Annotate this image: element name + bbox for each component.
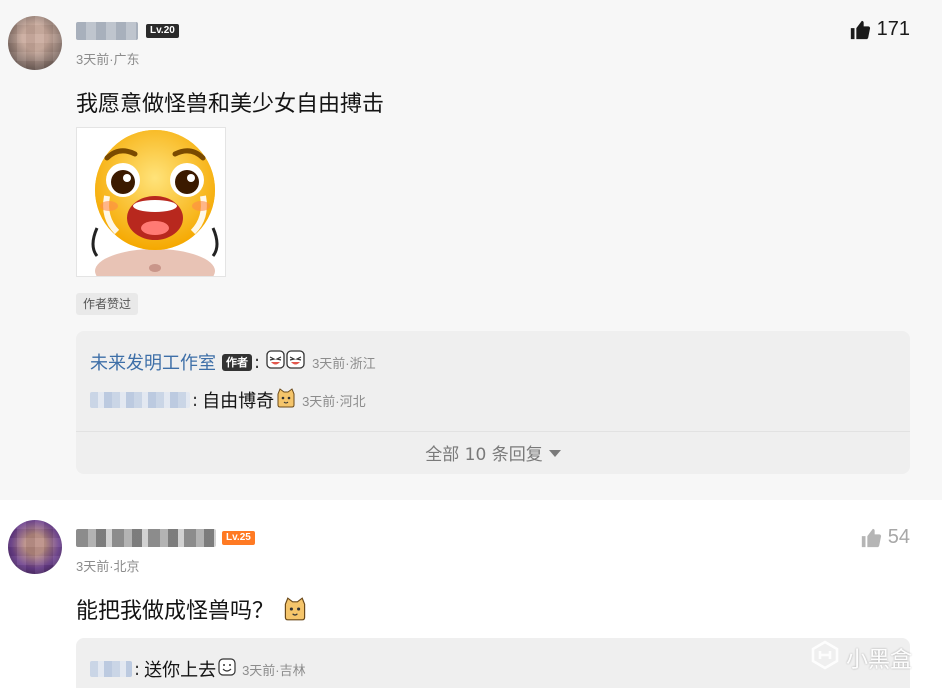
smile-emoji-icon <box>218 658 236 680</box>
reply-meta: 3天前·吉林 <box>242 662 306 678</box>
comment-text-body: 能把我做成怪兽吗？ <box>76 599 275 624</box>
comment-meta: 3天前·广东 <box>76 52 140 67</box>
username-blurred[interactable] <box>76 529 216 547</box>
cat-emoji-icon <box>276 388 296 412</box>
like-count: 54 <box>887 526 910 548</box>
comment-meta: 3天前·北京 <box>76 559 140 574</box>
username-blurred[interactable] <box>76 22 138 40</box>
reply-item: : 自由博奇 3天前·河北 <box>90 387 366 413</box>
comment-image[interactable] <box>76 127 226 277</box>
reply-text: 自由博奇 <box>202 391 275 412</box>
reply-meta: 3天前·浙江 <box>312 355 376 371</box>
like-button[interactable]: 171 <box>849 18 910 41</box>
author-badge: 作者 <box>222 353 252 371</box>
avatar[interactable] <box>8 16 62 70</box>
reply-author-name[interactable]: 未来发明工作室 <box>90 349 216 375</box>
comment-text: 我愿意做怪兽和美少女自由搏击 <box>76 92 385 117</box>
crying-emoji-sticker-icon <box>77 128 225 276</box>
reply-author-name-blurred[interactable] <box>90 661 132 677</box>
thumbs-up-icon <box>860 527 882 549</box>
watermark-text: 小黑盒 <box>845 648 912 673</box>
reply-box: 未来发明工作室 作者 : 3天前·浙江 : 自由博奇 3天前·河北 全部 10 … <box>76 331 910 474</box>
reply-item: : 送你上去 3天前·吉林 <box>90 656 306 682</box>
reply-item: 未来发明工作室 作者 : 3天前·浙江 <box>90 349 376 375</box>
reply-colon: : <box>192 389 199 411</box>
reply-meta: 3天前·河北 <box>302 393 366 409</box>
view-all-replies-label: 全部 10 条回复 <box>425 445 543 465</box>
like-count: 171 <box>876 18 910 40</box>
reply-colon: : <box>254 351 261 373</box>
user-level-badge: Lv.20 <box>146 24 179 38</box>
reply-colon: : <box>134 658 141 680</box>
comment-text: 能把我做成怪兽吗？ <box>76 593 307 627</box>
comment-card: Lv.20 3天前·广东 171 我愿意做怪兽和美少女自由搏击 作者赞过 未来发… <box>0 0 942 500</box>
watermark: 小黑盒 <box>810 640 912 676</box>
avatar[interactable] <box>8 520 62 574</box>
laughing-emoji-icon <box>266 350 306 374</box>
thumbs-up-icon <box>849 19 871 41</box>
user-level-badge: Lv.25 <box>222 531 255 545</box>
author-liked-tag: 作者赞过 <box>76 293 139 315</box>
caret-down-icon <box>548 450 561 457</box>
cat-emoji-icon <box>283 597 307 627</box>
reply-box: : 送你上去 3天前·吉林 <box>76 638 910 688</box>
view-all-replies-button[interactable]: 全部 10 条回复 <box>76 431 910 474</box>
reply-text: 送你上去 <box>144 660 217 681</box>
reply-author-name-blurred[interactable] <box>90 392 190 408</box>
like-button[interactable]: 54 <box>860 526 910 549</box>
heybox-logo-icon <box>810 640 840 676</box>
